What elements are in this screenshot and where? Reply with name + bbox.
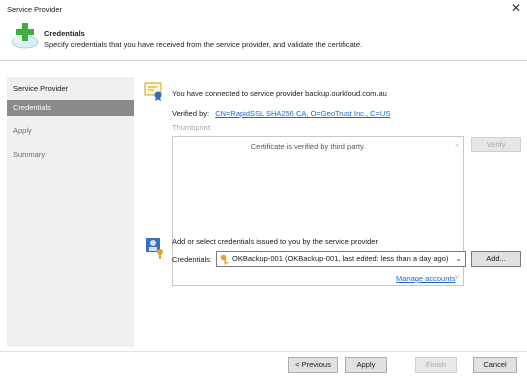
- chevron-down-icon: ⌄: [455, 254, 462, 263]
- close-icon[interactable]: ✕: [511, 2, 521, 14]
- sidebar-item-service-provider[interactable]: Service Provider: [7, 81, 134, 97]
- sidebar-item-credentials[interactable]: Credentials: [7, 100, 134, 116]
- verified-by-label: Verified by:: [172, 109, 210, 118]
- thumbprint-label: Thumbprint:: [172, 123, 213, 132]
- title-bar: Service Provider ✕: [0, 0, 527, 16]
- add-credentials-button[interactable]: Add...: [471, 251, 521, 267]
- scroll-up-icon[interactable]: ^: [455, 143, 459, 152]
- user-key-icon: [146, 238, 163, 259]
- wizard-footer: < Previous Apply Finish Cancel: [0, 352, 527, 378]
- credentials-selected-value: OKBackup-001 (OKBackup-001, last edited:…: [232, 254, 449, 263]
- certificate-icon: [144, 82, 162, 101]
- manage-accounts-link[interactable]: Manage accounts: [396, 274, 455, 283]
- cancel-button[interactable]: Cancel: [473, 357, 517, 373]
- thumbprint-text: Certificate is verified by third party.: [250, 142, 366, 151]
- cloud-plus-icon: [11, 23, 39, 49]
- page-title: Credentials: [44, 29, 85, 38]
- verified-by-link[interactable]: CN=RapidSSL SHA256 CA, O=GeoTrust Inc., …: [215, 109, 390, 118]
- key-icon: [220, 254, 229, 265]
- page-description: Specify credentials that you have receiv…: [44, 40, 363, 49]
- credentials-dropdown[interactable]: OKBackup-001 (OKBackup-001, last edited:…: [216, 251, 466, 267]
- finish-button[interactable]: Finish: [415, 357, 457, 373]
- previous-button[interactable]: < Previous: [288, 357, 338, 373]
- credentials-label: Credentials:: [172, 255, 213, 264]
- apply-button[interactable]: Apply: [345, 357, 387, 373]
- wizard-steps-sidebar: Service Provider Credentials Apply Summa…: [7, 77, 134, 347]
- credentials-panel: You have connected to service provider b…: [134, 61, 527, 351]
- connection-status-text: You have connected to service provider b…: [172, 89, 387, 98]
- wizard-header: Credentials Specify credentials that you…: [0, 16, 527, 60]
- service-provider-dialog: Service Provider ✕ Credentials Specify c…: [0, 0, 527, 378]
- sidebar-item-summary[interactable]: Summary: [7, 147, 134, 163]
- verify-button[interactable]: Verify: [471, 137, 521, 152]
- sidebar-item-apply[interactable]: Apply: [7, 123, 134, 139]
- credentials-prompt: Add or select credentials issued to you …: [172, 237, 378, 246]
- window-title: Service Provider: [7, 5, 63, 14]
- scroll-down-icon[interactable]: v: [455, 272, 459, 281]
- verified-by-row: Verified by: CN=RapidSSL SHA256 CA, O=Ge…: [172, 109, 390, 118]
